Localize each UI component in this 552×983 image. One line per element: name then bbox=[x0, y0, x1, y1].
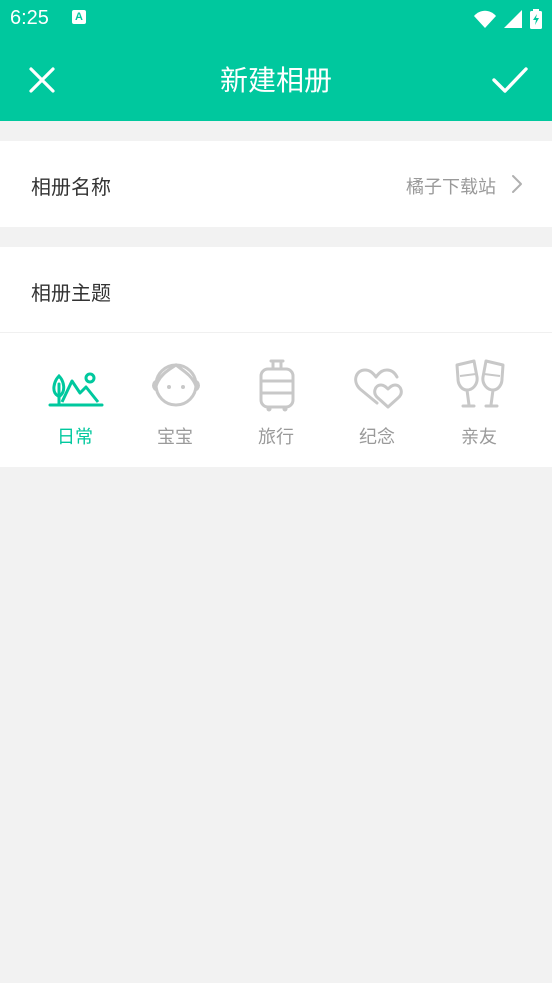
mountain-icon bbox=[48, 372, 104, 407]
status-bar: 6:25 A bbox=[0, 0, 552, 38]
status-icons bbox=[474, 8, 542, 30]
album-theme-label: 相册主题 bbox=[31, 281, 111, 305]
chevron-right-icon bbox=[512, 175, 522, 193]
signal-icon bbox=[504, 10, 522, 28]
hearts-icon bbox=[354, 368, 403, 409]
album-theme-header: 相册主题 bbox=[0, 247, 552, 333]
theme-label-travel: 旅行 bbox=[258, 427, 294, 448]
theme-option-baby[interactable]: 宝宝 bbox=[124, 333, 226, 467]
album-name-value: 橘子下载站 bbox=[406, 177, 496, 198]
theme-option-travel[interactable]: 旅行 bbox=[225, 333, 327, 467]
theme-label-memorial: 纪念 bbox=[359, 427, 395, 448]
theme-label-baby: 宝宝 bbox=[157, 427, 193, 448]
album-name-row[interactable]: 相册名称 橘子下载站 bbox=[0, 141, 552, 227]
app-header: 6:25 A 新建相册 bbox=[0, 0, 552, 121]
theme-label-daily: 日常 bbox=[57, 427, 93, 448]
album-theme-panel: 相册主题 日常 宝宝 旅行 纪念 亲友 bbox=[0, 247, 552, 467]
page-title: 新建相册 bbox=[219, 64, 332, 97]
theme-option-daily[interactable]: 日常 bbox=[24, 333, 126, 467]
confirm-button[interactable] bbox=[488, 58, 532, 102]
glasses-toast-icon bbox=[455, 359, 505, 408]
suitcase-icon bbox=[259, 359, 295, 412]
toolbar: 新建相册 bbox=[0, 38, 552, 121]
a-letter-icon: A bbox=[72, 10, 86, 24]
album-name-label: 相册名称 bbox=[31, 175, 111, 199]
theme-label-family: 亲友 bbox=[461, 427, 497, 448]
baby-face-icon bbox=[152, 363, 200, 407]
wifi-icon bbox=[474, 10, 496, 28]
theme-option-memorial[interactable]: 纪念 bbox=[326, 333, 428, 467]
check-icon bbox=[492, 67, 528, 93]
theme-option-family[interactable]: 亲友 bbox=[428, 333, 530, 467]
battery-charging-icon bbox=[530, 9, 542, 29]
status-time: 6:25 bbox=[10, 7, 49, 29]
theme-options: 日常 宝宝 旅行 纪念 亲友 bbox=[0, 333, 552, 467]
